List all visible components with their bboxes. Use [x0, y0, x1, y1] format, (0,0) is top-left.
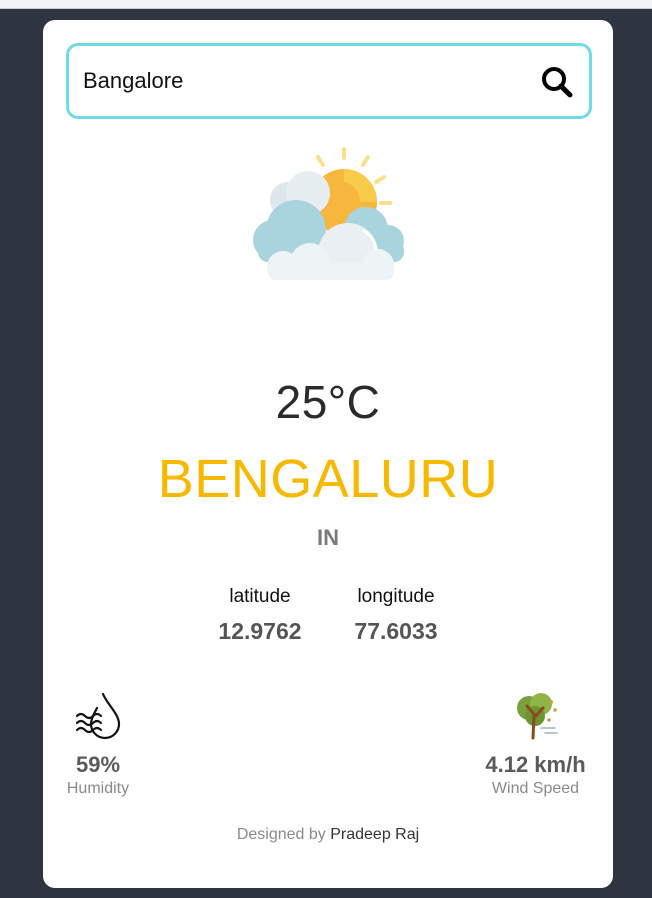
windy-tree-icon: [516, 693, 558, 740]
browser-top-edge: [0, 0, 652, 9]
longitude-label: longitude: [357, 586, 435, 607]
search-icon: [542, 67, 573, 98]
longitude-value: 77.6033: [354, 618, 438, 644]
latitude-value: 12.9762: [218, 618, 302, 644]
latitude-label: latitude: [229, 586, 291, 607]
humidity-label: Humidity: [66, 780, 130, 797]
footer-author: Pradeep Raj: [330, 826, 420, 843]
temperature: 25°C: [275, 376, 381, 428]
humidity-block: 59% Humidity: [53, 690, 143, 798]
wind-speed-value: 4.12 km/h: [485, 752, 586, 777]
wind-block: 4.12 km/h Wind Speed: [468, 690, 603, 798]
humidity-drop-icon: [75, 692, 121, 740]
city-name: BENGALURU: [157, 449, 499, 509]
footer-prefix: Designed by: [236, 826, 326, 843]
country-code: IN: [317, 525, 339, 550]
humidity-value: 59%: [75, 752, 121, 777]
weather-card: 25°C BENGALURU IN latitude 12.9762 longi…: [43, 20, 613, 888]
wind-speed-label: Wind Speed: [491, 780, 580, 797]
search-button[interactable]: [537, 64, 577, 100]
footer-credit: Designed by Pradeep Raj: [43, 826, 613, 844]
search-input[interactable]: [83, 60, 523, 102]
partly-cloudy-icon: [253, 147, 404, 280]
latitude-block: latitude 12.9762: [195, 586, 325, 645]
search-box: [66, 43, 592, 119]
longitude-block: longitude 77.6033: [331, 586, 461, 645]
